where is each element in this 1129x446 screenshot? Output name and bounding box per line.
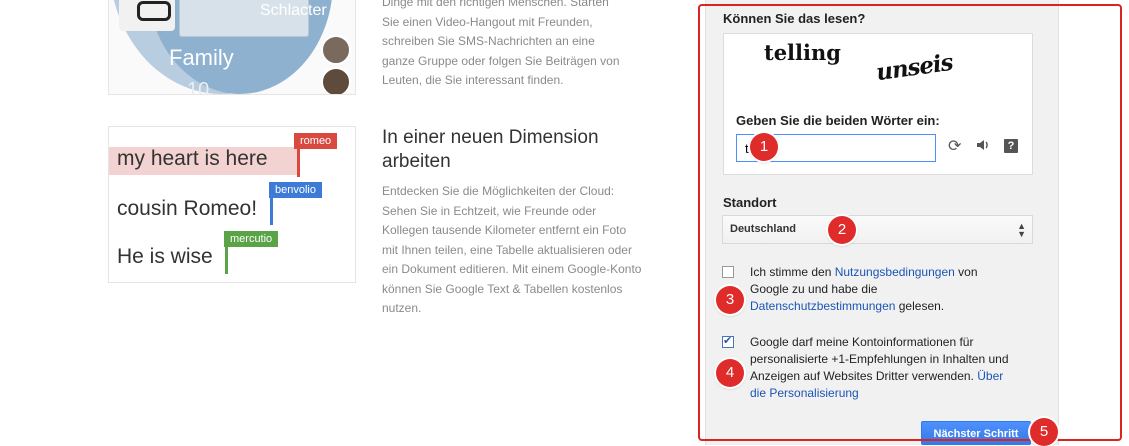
cursor-marker: [297, 147, 300, 177]
annotation-marker: 1: [750, 133, 778, 161]
text-line: Dinge mit den richtigen Menschen. Starte…: [382, 0, 609, 9]
feature1-description: Dinge mit den richtigen Menschen. Starte…: [382, 0, 644, 91]
avatar: [321, 35, 351, 65]
collaborator-tag: mercutio: [224, 231, 279, 247]
circle-name: Family: [169, 45, 234, 70]
contact-photo: [119, 0, 175, 31]
contact-name: Schlacter: [260, 2, 327, 19]
text-line: Sie einen Video-Hangout mit Freunden,: [382, 14, 593, 29]
annotation-marker: 2: [828, 216, 856, 244]
avatar: [321, 67, 351, 94]
feature2-title: In einer neuen Dimension arbeiten: [382, 127, 599, 172]
doc-line: cousin Romeo!: [117, 197, 258, 220]
annotation-marker: 4: [716, 359, 744, 387]
contact-name-tag: Schlacter: [179, 0, 327, 37]
collaborator-tag: benvolio: [269, 182, 322, 198]
hangout-illustration: Schlacter Family 10: [108, 0, 356, 95]
annotation-marker: 3: [716, 286, 744, 314]
doc-line: my heart is here: [117, 147, 268, 170]
feature2-description: Entdecken Sie die Möglichkeiten der Clou…: [382, 184, 642, 315]
text-line: schreiben Sie SMS-Nachrichten an eine: [382, 34, 595, 48]
collaborator-tag: romeo: [294, 133, 338, 149]
doc-line: He is wise: [117, 245, 213, 268]
annotation-frame: [698, 4, 1122, 441]
text-line: Leuten, die Sie interessant finden.: [382, 73, 564, 87]
text-line: ganze Gruppe oder folgen Sie Beiträgen v…: [382, 53, 620, 68]
annotation-marker: 5: [1030, 418, 1058, 446]
circle-count: 10: [187, 79, 210, 95]
collaboration-illustration: my heart is here cousin Romeo! He is wis…: [108, 126, 356, 283]
